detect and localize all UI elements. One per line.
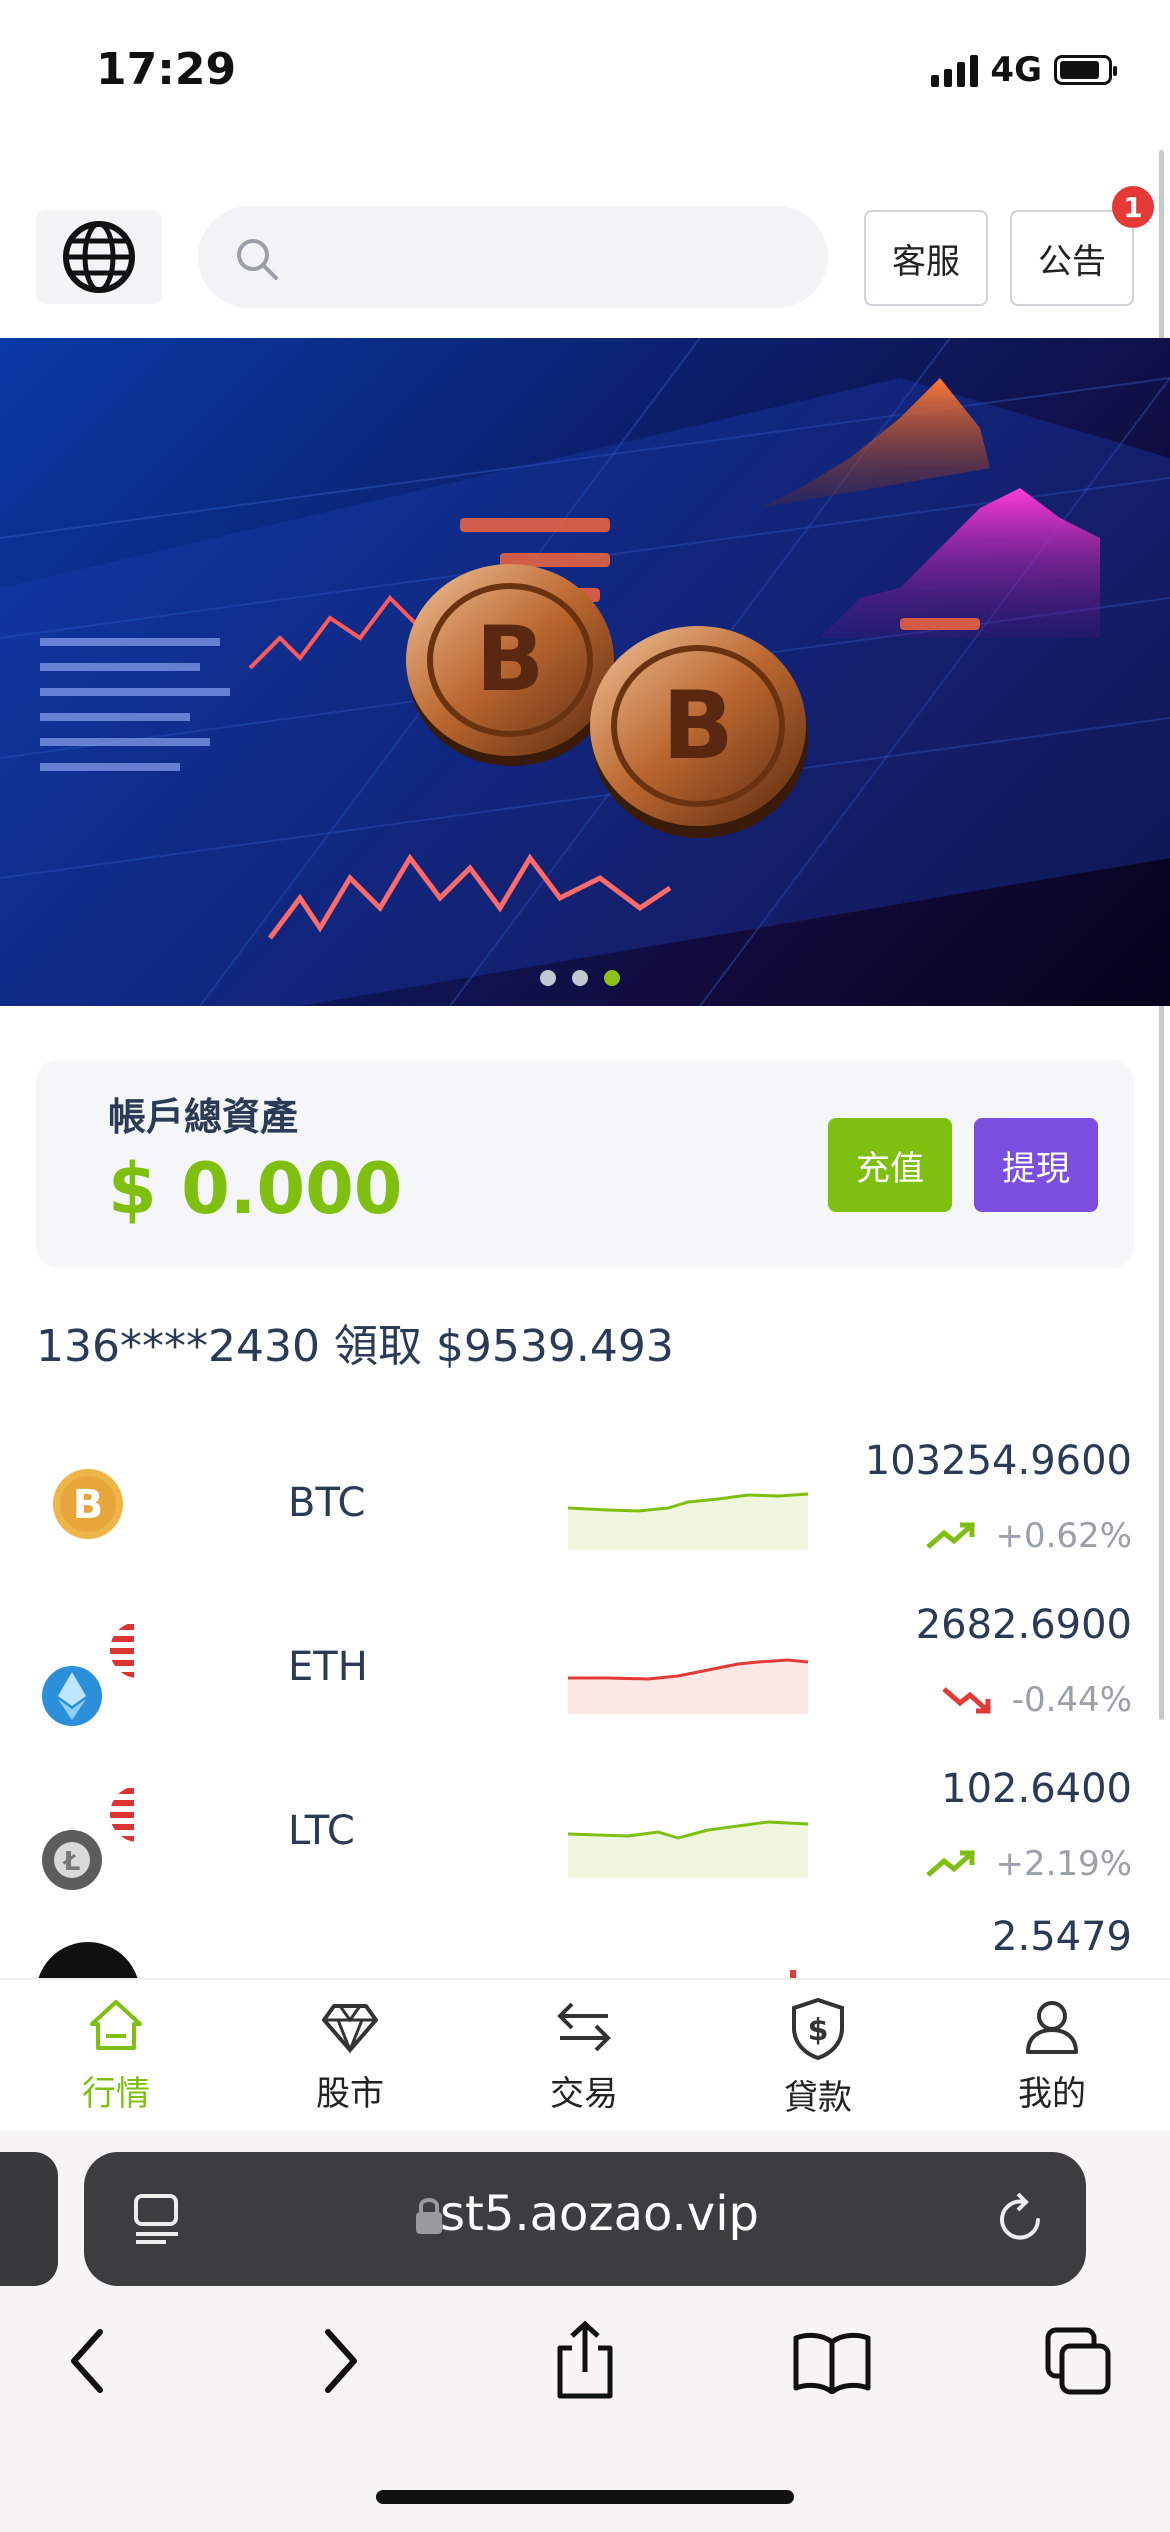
coin-icon bbox=[38, 1942, 138, 1978]
tabs-icon[interactable] bbox=[1042, 2326, 1114, 2398]
svg-text:Ł: Ł bbox=[62, 1847, 81, 1877]
nav-stocks[interactable]: 股市 bbox=[270, 1996, 430, 2115]
back-icon[interactable] bbox=[62, 2326, 112, 2396]
home-icon bbox=[90, 2000, 142, 2050]
signal-icon bbox=[931, 53, 979, 87]
coin-price: 103254.9600 bbox=[864, 1438, 1132, 1484]
bottom-navigation: 行情 股市 交易 $ 貸款 我的 bbox=[0, 1978, 1170, 2132]
reload-icon[interactable] bbox=[994, 2192, 1048, 2246]
sparkline-chart bbox=[568, 1492, 809, 1550]
trend-up-icon bbox=[925, 1522, 974, 1549]
ltc-usd-icon: Ł bbox=[42, 1784, 134, 1890]
coin-price: 2.5479 bbox=[992, 1914, 1132, 1960]
coin-change: +2.19% bbox=[925, 1844, 1133, 1884]
diamond-icon bbox=[322, 2004, 378, 2055]
nav-label: 交易 bbox=[550, 2074, 618, 2114]
coin-row-eth[interactable]: ETH 2682.6900 -0.44% bbox=[0, 1584, 1170, 1748]
deposit-button[interactable]: 充值 bbox=[828, 1118, 952, 1212]
coin-symbol: LTC bbox=[288, 1808, 355, 1854]
banner-image: B B bbox=[0, 338, 1170, 1006]
coin-change: +0.62% bbox=[925, 1516, 1133, 1556]
battery-icon bbox=[1054, 55, 1117, 85]
coin-row-partial[interactable]: 2.5479 bbox=[0, 1912, 1170, 1978]
svg-text:B: B bbox=[73, 1482, 104, 1528]
swap-icon bbox=[557, 2002, 611, 2052]
coin-change-value: -0.44% bbox=[1011, 1680, 1132, 1720]
nav-market[interactable]: 行情 bbox=[36, 1996, 196, 2115]
sparkline-chart bbox=[568, 1820, 809, 1878]
coin-row-ltc[interactable]: Ł LTC 102.6400 +2.19% bbox=[0, 1748, 1170, 1912]
notice-button[interactable]: 公告 bbox=[1010, 210, 1134, 306]
url-text[interactable]: st5.aozao.vip bbox=[440, 2186, 759, 2242]
coin-change-value: +0.62% bbox=[995, 1516, 1133, 1556]
banner-dot[interactable] bbox=[572, 970, 588, 986]
page-menu-icon[interactable] bbox=[132, 2192, 184, 2246]
nav-label: 股市 bbox=[316, 2074, 384, 2114]
coin-change-value: +2.19% bbox=[995, 1844, 1133, 1884]
home-indicator bbox=[376, 2490, 794, 2504]
coin-change: -0.44% bbox=[942, 1680, 1132, 1720]
sparkline-chart bbox=[790, 1970, 796, 1978]
svg-text:$: $ bbox=[808, 2013, 829, 2048]
banner-dot[interactable] bbox=[540, 970, 556, 986]
previous-tab-edge[interactable] bbox=[0, 2152, 58, 2286]
banner-dot[interactable] bbox=[604, 970, 620, 986]
language-button[interactable] bbox=[36, 210, 162, 304]
nav-profile[interactable]: 我的 bbox=[972, 1996, 1132, 2115]
share-icon[interactable] bbox=[550, 2318, 620, 2402]
search-bar[interactable] bbox=[198, 206, 828, 308]
nav-trade[interactable]: 交易 bbox=[504, 1996, 664, 2115]
coin-price: 102.6400 bbox=[941, 1766, 1132, 1812]
globe-icon bbox=[63, 221, 135, 293]
svg-text:B: B bbox=[476, 607, 545, 712]
eth-usd-icon bbox=[42, 1620, 134, 1726]
total-assets-label: 帳戶總資產 bbox=[108, 1095, 299, 1139]
nav-label: 行情 bbox=[82, 2074, 150, 2114]
status-time: 17:29 bbox=[96, 44, 237, 95]
search-icon bbox=[237, 239, 278, 280]
bookmarks-icon[interactable] bbox=[792, 2330, 872, 2394]
trend-up-icon bbox=[925, 1850, 974, 1877]
trend-down-icon bbox=[942, 1687, 991, 1714]
sparkline-chart bbox=[568, 1658, 809, 1714]
total-assets-value: $ 0.000 bbox=[108, 1148, 403, 1230]
nav-label: 我的 bbox=[1018, 2074, 1086, 2114]
notice-badge: 1 bbox=[1112, 186, 1154, 228]
loan-shield-icon: $ bbox=[792, 1997, 844, 2061]
user-icon bbox=[1026, 2001, 1078, 2054]
claim-ticker: 136****2430 領取 $9539.493 bbox=[36, 1321, 674, 1372]
withdraw-button[interactable]: 提現 bbox=[974, 1118, 1098, 1212]
coin-row-btc[interactable]: B BTC 103254.9600 +0.62% bbox=[0, 1420, 1170, 1584]
customer-service-button[interactable]: 客服 bbox=[864, 210, 988, 306]
bitcoin-icon: B bbox=[53, 1469, 123, 1539]
coin-price: 2682.6900 bbox=[915, 1602, 1132, 1648]
banner-pagination[interactable] bbox=[540, 970, 620, 986]
network-type: 4G bbox=[990, 50, 1042, 90]
coin-symbol: BTC bbox=[288, 1480, 366, 1526]
promo-banner[interactable]: B B bbox=[0, 338, 1170, 1006]
nav-loan[interactable]: $ 貸款 bbox=[738, 1996, 898, 2119]
svg-text:B: B bbox=[662, 672, 734, 781]
coin-symbol: ETH bbox=[288, 1644, 368, 1690]
nav-label: 貸款 bbox=[784, 2078, 852, 2118]
forward-icon[interactable] bbox=[316, 2326, 366, 2396]
status-indicators: 4G bbox=[931, 50, 1117, 90]
search-input[interactable] bbox=[298, 226, 802, 288]
